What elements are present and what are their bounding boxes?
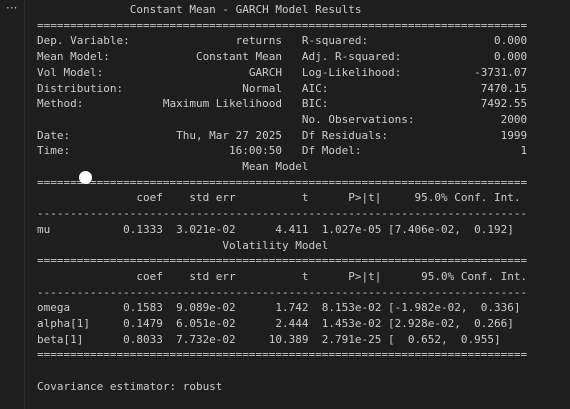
table-row: omega 0.1583 9.089e-02 1.742 8.153e-02 […	[37, 301, 521, 315]
summary-row: Vol Model: GARCH Log-Likelihood: -3731.0…	[37, 65, 528, 79]
separator: ========================================…	[37, 18, 528, 32]
divider: ----------------------------------------…	[37, 285, 528, 299]
mouse-cursor-dot	[79, 171, 92, 184]
summary-row: Method: Maximum Likelihood BIC: 7492.55	[37, 97, 528, 111]
table-header: coef std err t P>|t| 95.0% Conf. Int.	[37, 191, 521, 205]
volatility-model-title: Volatility Model	[37, 238, 514, 252]
cell-output: Constant Mean - GARCH Model Results ====…	[24, 0, 570, 409]
table-row: beta[1] 0.8033 7.732e-02 10.389 2.791e-2…	[37, 332, 501, 346]
results-title: Constant Mean - GARCH Model Results	[37, 3, 461, 16]
mean-model-title: Mean Model	[37, 160, 514, 174]
separator: ========================================…	[37, 254, 528, 268]
separator: ========================================…	[37, 348, 528, 362]
summary-row: Distribution: Normal AIC: 7470.15	[37, 81, 528, 95]
covariance-note: Covariance estimator: robust	[37, 379, 223, 393]
cell-gutter: ···	[0, 0, 24, 409]
summary-row: Time: 16:00:50 Df Model: 1	[37, 144, 528, 158]
summary-row: Dep. Variable: returns R-squared: 0.000	[37, 34, 528, 48]
table-row: alpha[1] 0.1479 6.051e-02 2.444 1.453e-0…	[37, 317, 514, 331]
table-row: mu 0.1333 3.021e-02 4.411 1.027e-05 [7.4…	[37, 222, 514, 236]
summary-row: No. Observations: 2000	[37, 112, 528, 126]
separator: ========================================…	[37, 175, 528, 189]
summary-row: Mean Model: Constant Mean Adj. R-squared…	[37, 50, 528, 64]
more-actions-button[interactable]: ···	[6, 0, 17, 16]
divider: ----------------------------------------…	[37, 207, 528, 221]
table-header: coef std err t P>|t| 95.0% Conf. Int.	[37, 269, 528, 283]
summary-row: Date: Thu, Mar 27 2025 Df Residuals: 199…	[37, 128, 528, 142]
model-results-text: Constant Mean - GARCH Model Results ====…	[25, 0, 570, 395]
